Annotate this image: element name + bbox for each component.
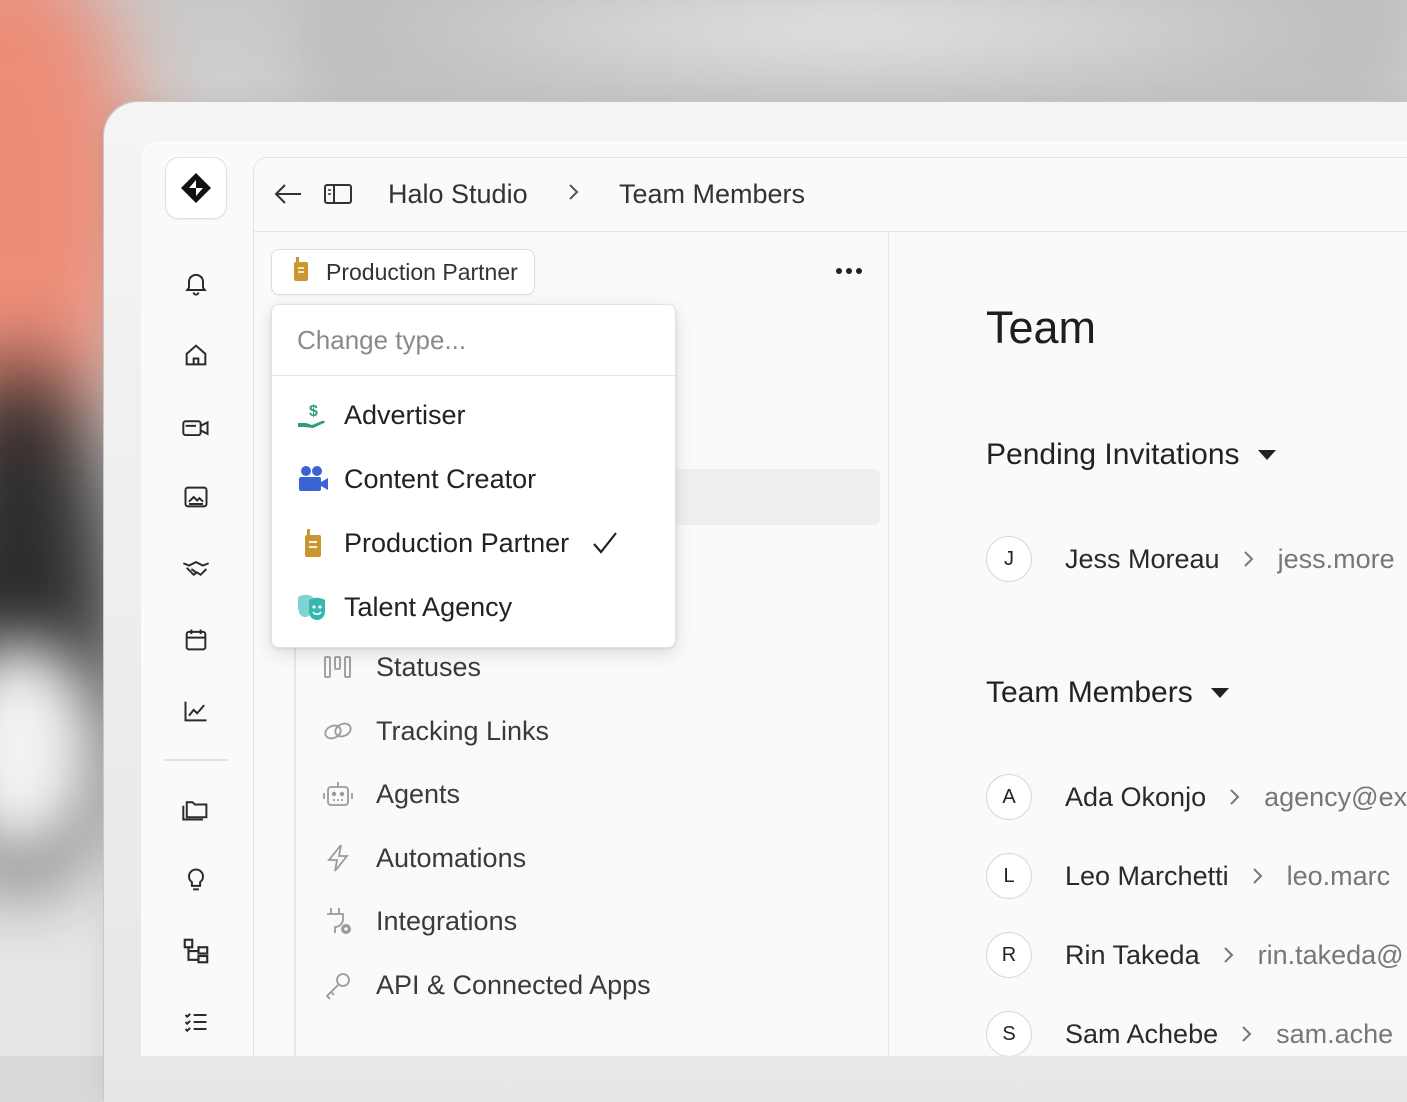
member-email: rin.takeda@ bbox=[1257, 939, 1404, 970]
option-advertiser[interactable]: $ Advertiser bbox=[296, 390, 466, 440]
key-icon bbox=[320, 967, 356, 1003]
rail-divider bbox=[165, 759, 228, 761]
change-type-input[interactable]: Change type... bbox=[272, 305, 675, 376]
org-type-label: Production Partner bbox=[326, 258, 518, 285]
team-content: Team Pending Invitations J Jess Moreau j… bbox=[986, 232, 1407, 1056]
member-email: jess.more bbox=[1277, 543, 1395, 574]
back-arrow-icon[interactable] bbox=[270, 176, 306, 212]
nav-item-statuses[interactable]: Statuses bbox=[320, 642, 481, 692]
hierarchy-icon[interactable] bbox=[177, 932, 215, 970]
chevron-right-icon bbox=[566, 180, 582, 209]
icon-rail bbox=[141, 141, 253, 1056]
member-email: agency@ex bbox=[1264, 781, 1407, 812]
home-icon[interactable] bbox=[177, 336, 215, 374]
chevron-right-icon bbox=[1251, 865, 1265, 887]
highlighted-nav-row[interactable] bbox=[668, 469, 880, 525]
member-name: Ada Okonjo bbox=[1065, 781, 1207, 812]
image-icon[interactable] bbox=[177, 478, 215, 516]
option-content-creator[interactable]: Content Creator bbox=[296, 454, 536, 504]
chevron-right-icon bbox=[1242, 548, 1256, 570]
nav-item-tracking-links[interactable]: Tracking Links bbox=[320, 706, 549, 756]
lightning-icon bbox=[320, 840, 356, 876]
more-options-icon[interactable] bbox=[832, 254, 866, 288]
handshake-icon[interactable] bbox=[177, 550, 215, 588]
member-name: Rin Takeda bbox=[1065, 939, 1200, 970]
link-icon bbox=[320, 713, 356, 749]
option-talent-agency[interactable]: Talent Agency bbox=[296, 582, 512, 632]
robot-icon bbox=[320, 776, 356, 812]
member-email: leo.marc bbox=[1286, 860, 1391, 891]
svg-text:$: $ bbox=[309, 403, 318, 420]
chart-line-icon[interactable] bbox=[177, 692, 215, 730]
pending-member-row[interactable]: J Jess Moreau jess.more bbox=[986, 535, 1395, 583]
app-window: Halo Studio Team Members Production Part… bbox=[141, 141, 1407, 1056]
org-type-chip[interactable]: Production Partner bbox=[271, 249, 535, 295]
change-type-dropdown: Change type... $ Advertiser Content Crea… bbox=[271, 304, 676, 648]
walkie-talkie-icon bbox=[296, 526, 330, 560]
bell-icon[interactable] bbox=[177, 264, 215, 302]
page-title: Team bbox=[986, 302, 1097, 353]
app-logo[interactable] bbox=[165, 157, 227, 219]
nav-item-api-connected-apps[interactable]: API & Connected Apps bbox=[320, 960, 651, 1010]
chevron-right-icon bbox=[1222, 944, 1236, 966]
lightbulb-icon[interactable] bbox=[177, 861, 215, 899]
team-member-row[interactable]: R Rin Takeda rin.takeda@ bbox=[986, 931, 1404, 979]
avatar: R bbox=[986, 932, 1032, 978]
breadcrumb-page: Team Members bbox=[619, 179, 806, 209]
nav-item-agents[interactable]: Agents bbox=[320, 769, 460, 819]
nav-item-automations[interactable]: Automations bbox=[320, 833, 526, 883]
sidebar-toggle-icon[interactable] bbox=[320, 176, 356, 212]
avatar: A bbox=[986, 774, 1032, 820]
pending-invitations-header[interactable]: Pending Invitations bbox=[986, 438, 1276, 472]
folders-icon[interactable] bbox=[177, 789, 215, 827]
team-member-row[interactable]: S Sam Achebe sam.ache bbox=[986, 1010, 1393, 1056]
settings-pane: Production Partner Statuses Tracking Lin… bbox=[254, 232, 889, 1056]
columns-icon bbox=[320, 649, 356, 685]
member-name: Jess Moreau bbox=[1065, 543, 1220, 574]
plug-icon bbox=[320, 903, 356, 939]
calendar-icon[interactable] bbox=[177, 621, 215, 659]
chevron-right-icon bbox=[1228, 786, 1242, 808]
checklist-icon[interactable] bbox=[177, 1003, 215, 1041]
caret-down-icon bbox=[1210, 688, 1229, 698]
team-member-row[interactable]: A Ada Okonjo agency@ex bbox=[986, 773, 1407, 821]
nav-item-integrations[interactable]: Integrations bbox=[320, 896, 517, 946]
member-name: Sam Achebe bbox=[1065, 1018, 1219, 1049]
chevron-right-icon bbox=[1240, 1023, 1254, 1045]
checkmark-icon bbox=[591, 530, 619, 556]
team-members-header[interactable]: Team Members bbox=[986, 676, 1229, 710]
walkie-talkie-icon bbox=[290, 256, 312, 288]
logo-icon bbox=[181, 173, 211, 203]
option-production-partner[interactable]: Production Partner bbox=[296, 518, 619, 568]
avatar: L bbox=[986, 853, 1032, 899]
top-bar: Halo Studio Team Members bbox=[254, 158, 1407, 232]
avatar: S bbox=[986, 1011, 1032, 1056]
avatar: J bbox=[986, 536, 1032, 582]
settings-nav: Statuses Tracking Links Agents Automatio… bbox=[294, 634, 856, 1056]
member-name: Leo Marchetti bbox=[1065, 860, 1229, 891]
main-panel: Halo Studio Team Members Production Part… bbox=[253, 157, 1407, 1056]
theater-masks-icon bbox=[296, 590, 330, 624]
breadcrumb-workspace[interactable]: Halo Studio bbox=[388, 179, 528, 210]
hand-money-icon: $ bbox=[296, 398, 330, 432]
member-email: sam.ache bbox=[1276, 1018, 1394, 1049]
video-camera-icon[interactable] bbox=[177, 408, 215, 446]
caret-down-icon bbox=[1257, 450, 1276, 460]
team-member-row[interactable]: L Leo Marchetti leo.marc bbox=[986, 852, 1390, 900]
video-camera-icon bbox=[296, 462, 330, 496]
